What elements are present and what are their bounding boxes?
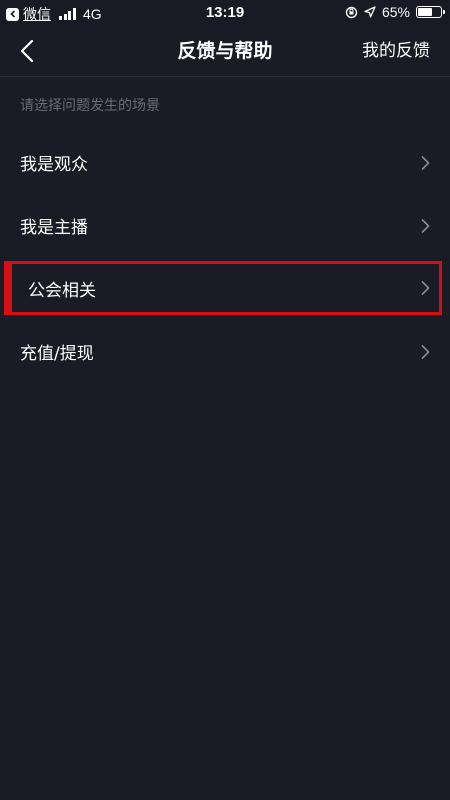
scene-list: 我是观众 我是主播 公会相关 充值/提现 xyxy=(0,131,450,383)
nav-bar: 反馈与帮助 我的反馈 xyxy=(0,26,450,77)
menu-item-viewer[interactable]: 我是观众 xyxy=(0,131,450,194)
location-arrow-icon xyxy=(364,6,376,18)
chevron-left-icon xyxy=(20,39,34,63)
battery-icon xyxy=(416,6,445,18)
battery-percent: 65% xyxy=(381,4,410,20)
battery-fill xyxy=(418,8,432,16)
chevron-right-icon xyxy=(421,344,430,359)
menu-item-label: 公会相关 xyxy=(28,280,96,301)
orientation-lock-icon xyxy=(345,6,358,19)
chevron-right-icon xyxy=(421,155,430,170)
menu-item-streamer[interactable]: 我是主播 xyxy=(0,194,450,257)
status-right: 65% xyxy=(345,4,445,20)
menu-item-recharge-withdraw[interactable]: 充值/提现 xyxy=(0,320,450,383)
menu-item-label: 充值/提现 xyxy=(20,344,94,364)
chevron-right-icon xyxy=(421,218,430,233)
screen: 微信 4G 13:19 65% 反馈与帮助 我的反馈 请选择问题发生的场景 我是… xyxy=(0,0,450,800)
section-hint: 请选择问题发生的场景 xyxy=(20,98,160,114)
my-feedback-link[interactable]: 我的反馈 xyxy=(362,26,430,76)
menu-item-guild[interactable]: 公会相关 xyxy=(4,261,442,315)
back-button[interactable] xyxy=(12,36,42,66)
menu-item-label: 我是主播 xyxy=(20,218,88,238)
chevron-right-icon xyxy=(421,281,430,296)
menu-item-label: 我是观众 xyxy=(20,155,88,175)
status-bar: 微信 4G 13:19 65% xyxy=(0,0,450,26)
